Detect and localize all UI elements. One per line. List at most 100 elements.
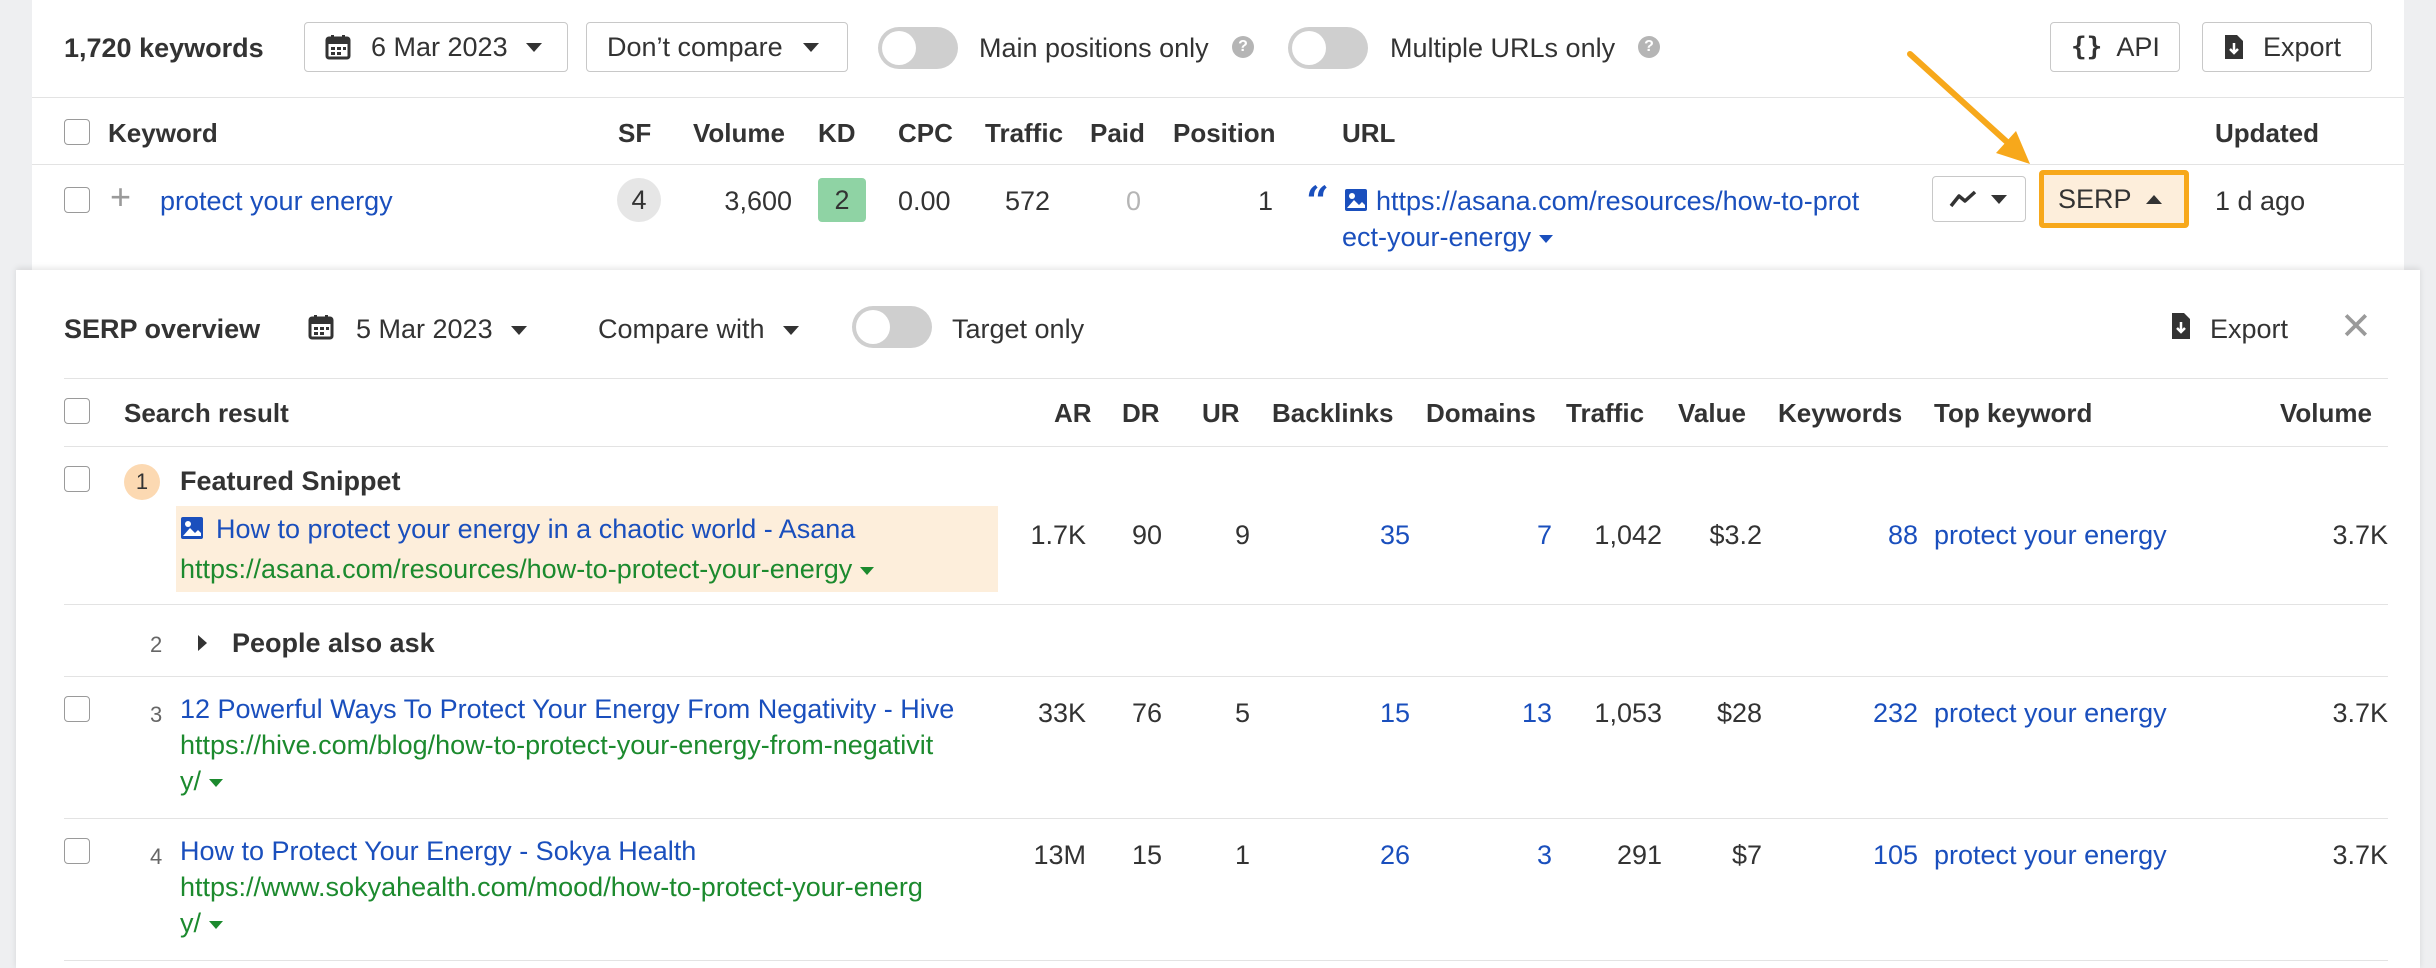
col-volume[interactable]: Volume bbox=[693, 118, 785, 149]
calendar-icon[interactable] bbox=[308, 314, 334, 340]
result-title-link[interactable]: How to Protect Your Energy - Sokya Healt… bbox=[180, 836, 696, 867]
result-title-link[interactable]: How to protect your energy in a chaotic … bbox=[216, 514, 855, 545]
top-keyword-link[interactable]: protect your energy bbox=[1934, 698, 2167, 729]
col-updated[interactable]: Updated bbox=[2215, 118, 2319, 149]
keywords-link[interactable]: 105 bbox=[1873, 840, 1918, 871]
col-url[interactable]: URL bbox=[1342, 118, 1395, 149]
col-keywords[interactable]: Keywords bbox=[1778, 398, 1902, 429]
col-sf[interactable]: SF bbox=[618, 118, 651, 149]
export-button[interactable]: Export bbox=[2202, 22, 2372, 72]
target-only-toggle[interactable] bbox=[852, 306, 932, 348]
top-keyword-link[interactable]: protect your energy bbox=[1934, 840, 2167, 871]
target-only-label: Target only bbox=[952, 314, 1085, 344]
domains-link[interactable]: 7 bbox=[1537, 520, 1552, 551]
col-backlinks[interactable]: Backlinks bbox=[1272, 398, 1393, 429]
chevron-down-icon bbox=[525, 42, 542, 52]
result-url-line2[interactable]: y/ bbox=[180, 766, 224, 797]
col-traffic[interactable]: Traffic bbox=[1566, 398, 1644, 429]
row-checkbox[interactable] bbox=[64, 696, 90, 722]
dr-value: 15 bbox=[1131, 840, 1162, 870]
col-traffic[interactable]: Traffic bbox=[985, 118, 1063, 149]
chart-dropdown-button[interactable] bbox=[1932, 176, 2026, 222]
multiple-urls-toggle[interactable] bbox=[1288, 27, 1368, 69]
col-position[interactable]: Position bbox=[1173, 118, 1276, 149]
value-value: $3.2 bbox=[1709, 520, 1762, 550]
keywords-link[interactable]: 232 bbox=[1873, 698, 1918, 729]
backlinks-link[interactable]: 35 bbox=[1380, 520, 1410, 551]
dr-value: 76 bbox=[1131, 698, 1162, 728]
url-link-line1[interactable]: https://asana.com/resources/how-to-prot bbox=[1376, 186, 1859, 217]
close-icon[interactable]: ✕ bbox=[2340, 304, 2372, 349]
domains-link[interactable]: 3 bbox=[1537, 840, 1552, 871]
help-icon[interactable]: ? bbox=[1232, 36, 1254, 58]
row-checkbox[interactable] bbox=[64, 838, 90, 864]
export-icon bbox=[2225, 35, 2243, 59]
chevron-down-icon[interactable] bbox=[1539, 234, 1554, 243]
caret-right-icon[interactable] bbox=[198, 635, 207, 651]
result-url-line1[interactable]: https://hive.com/blog/how-to-protect-you… bbox=[180, 730, 933, 761]
quote-icon: “ bbox=[1306, 178, 1330, 225]
url-link-line2-text: ect-your-energy bbox=[1342, 222, 1532, 252]
cpc-value: 0.00 bbox=[898, 186, 951, 216]
serp-select-all-checkbox[interactable] bbox=[64, 398, 90, 424]
col-top-keyword[interactable]: Top keyword bbox=[1934, 398, 2092, 429]
serp-button[interactable]: SERP bbox=[2039, 170, 2189, 228]
compare-dropdown[interactable]: Don’t compare bbox=[586, 22, 848, 72]
volume-value: 3,600 bbox=[724, 186, 792, 216]
export-icon[interactable] bbox=[2170, 312, 2192, 340]
image-icon bbox=[181, 517, 203, 539]
row-checkbox[interactable] bbox=[64, 187, 90, 213]
volume-value: 3.7K bbox=[2332, 840, 2388, 870]
col-value[interactable]: Value bbox=[1678, 398, 1746, 429]
main-positions-label: Main positions only bbox=[979, 33, 1209, 63]
plus-icon[interactable]: + bbox=[110, 176, 131, 218]
col-dr[interactable]: DR bbox=[1122, 398, 1160, 429]
col-keyword[interactable]: Keyword bbox=[108, 118, 218, 149]
result-url-line2-text: y/ bbox=[180, 908, 202, 938]
result-url-line2[interactable]: y/ bbox=[180, 908, 224, 939]
serp-export-button[interactable]: Export bbox=[2210, 314, 2288, 345]
traffic-value: 1,042 bbox=[1594, 520, 1662, 550]
result-url-line2-text: y/ bbox=[180, 766, 202, 796]
col-ur[interactable]: UR bbox=[1202, 398, 1240, 429]
calendar-icon bbox=[325, 35, 351, 60]
keywords-panel: 1,720 keywords 6 Mar 2023 Don’t compare … bbox=[32, 0, 2404, 270]
keyword-link[interactable]: protect your energy bbox=[160, 186, 393, 217]
compare-value: Don’t compare bbox=[607, 31, 783, 62]
col-domains[interactable]: Domains bbox=[1426, 398, 1536, 429]
api-button[interactable]: {} API bbox=[2050, 22, 2180, 72]
traffic-value: 572 bbox=[1004, 186, 1050, 216]
chevron-down-icon[interactable] bbox=[209, 778, 224, 787]
result-url-link[interactable]: https://asana.com/resources/how-to-prote… bbox=[180, 554, 875, 585]
sf-badge[interactable]: 4 bbox=[617, 178, 661, 222]
date-picker-button[interactable]: 6 Mar 2023 bbox=[304, 22, 568, 72]
volume-value: 3.7K bbox=[2332, 698, 2388, 728]
col-search-result[interactable]: Search result bbox=[124, 398, 289, 429]
serp-date-dropdown[interactable]: 5 Mar 2023 bbox=[356, 314, 527, 345]
domains-link[interactable]: 13 bbox=[1522, 698, 1552, 729]
url-link-line2[interactable]: ect-your-energy bbox=[1342, 222, 1554, 253]
compare-with-dropdown[interactable]: Compare with bbox=[598, 314, 799, 345]
main-positions-toggle[interactable] bbox=[878, 27, 958, 69]
sf-count: 4 bbox=[631, 185, 647, 215]
result-url-line1[interactable]: https://www.sokyahealth.com/mood/how-to-… bbox=[180, 872, 923, 903]
col-ar[interactable]: AR bbox=[1054, 398, 1092, 429]
chevron-down-icon[interactable] bbox=[209, 920, 224, 929]
col-volume[interactable]: Volume bbox=[2280, 398, 2372, 429]
col-cpc[interactable]: CPC bbox=[898, 118, 953, 149]
chevron-down-icon bbox=[802, 42, 819, 52]
help-icon[interactable]: ? bbox=[1638, 36, 1660, 58]
backlinks-link[interactable]: 26 bbox=[1380, 840, 1410, 871]
top-keyword-link[interactable]: protect your energy bbox=[1934, 520, 2167, 551]
row-checkbox[interactable] bbox=[64, 466, 90, 492]
col-paid[interactable]: Paid bbox=[1090, 118, 1145, 149]
result-title-link[interactable]: 12 Powerful Ways To Protect Your Energy … bbox=[180, 694, 954, 725]
keywords-link[interactable]: 88 bbox=[1888, 520, 1918, 551]
value-value: $28 bbox=[1716, 698, 1762, 728]
compare-with-label: Compare with bbox=[598, 314, 765, 344]
chevron-down-icon[interactable] bbox=[860, 566, 875, 575]
select-all-checkbox[interactable] bbox=[64, 119, 90, 145]
ar-value: 33K bbox=[1037, 698, 1086, 728]
backlinks-link[interactable]: 15 bbox=[1380, 698, 1410, 729]
col-kd[interactable]: KD bbox=[818, 118, 856, 149]
